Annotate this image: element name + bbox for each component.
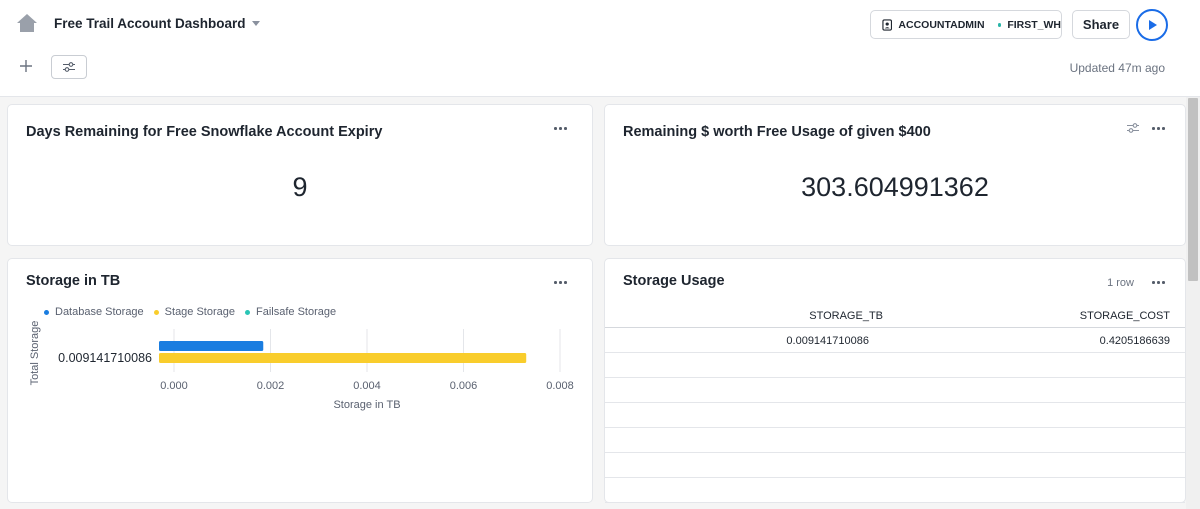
sliders-icon	[63, 62, 75, 72]
run-button[interactable]	[1136, 9, 1168, 41]
bar-stage-storage	[159, 353, 527, 363]
table-cell: 0.4205186639	[1099, 335, 1170, 347]
empty-table-row	[605, 403, 1185, 428]
warehouse-label: FIRST_WH	[1007, 18, 1061, 31]
x-tick-label: 0.006	[450, 380, 478, 392]
play-icon	[1149, 20, 1157, 30]
empty-table-row	[605, 378, 1185, 403]
scrollbar-thumb[interactable]	[1188, 98, 1198, 281]
filter-button[interactable]	[51, 55, 87, 79]
dashboard-title: Free Trail Account Dashboard	[54, 16, 246, 31]
last-updated-text: Updated 47m ago	[1069, 61, 1165, 75]
tile-title: Storage Usage	[623, 273, 725, 289]
storage-bar-chart: 0.000 0.002 0.004 0.006 0.008 0.009141710086 S…	[29, 321, 574, 411]
x-axis-label: Storage in TB	[333, 399, 400, 411]
role-label: ACCOUNTADMIN	[898, 18, 985, 31]
x-tick-label: 0.004	[353, 380, 381, 392]
x-tick-label: 0.000	[160, 380, 188, 392]
tile-title: Remaining $ worth Free Usage of given $4…	[623, 124, 931, 140]
days-remaining-tile: Days Remaining for Free Snowflake Accoun…	[7, 104, 593, 246]
empty-table-row	[605, 453, 1185, 478]
x-tick-label: 0.002	[257, 380, 285, 392]
row-count-label: 1 row	[1107, 277, 1134, 289]
dashboard-header: Free Trail Account Dashboard ACCOUNTADMI…	[0, 0, 1200, 97]
remaining-usage-tile: Remaining $ worth Free Usage of given $4…	[604, 104, 1186, 246]
column-header-storage-tb[interactable]: STORAGE_TB	[809, 310, 883, 322]
remaining-usage-value: 303.604991362	[801, 172, 989, 202]
table-cell: 0.009141710086	[786, 335, 869, 347]
home-icon[interactable]	[15, 12, 39, 34]
y-tick-label: 0.009141710086	[58, 351, 152, 365]
chevron-down-icon	[251, 21, 260, 26]
results-table: STORAGE_TB STORAGE_COST 0.009141710086 0…	[605, 305, 1185, 503]
tile-title: Days Remaining for Free Snowflake Accoun…	[26, 124, 383, 140]
ellipsis-icon[interactable]	[553, 123, 569, 133]
empty-table-row	[605, 428, 1185, 453]
user-badge-icon	[882, 18, 893, 31]
x-tick-label: 0.008	[546, 380, 574, 392]
sliders-icon[interactable]	[1126, 122, 1140, 134]
ellipsis-icon[interactable]	[1151, 123, 1167, 133]
ellipsis-icon[interactable]	[1151, 277, 1167, 287]
context-selector[interactable]: ACCOUNTADMIN FIRST_WH	[870, 10, 1062, 39]
table-header-row: STORAGE_TB STORAGE_COST	[605, 305, 1185, 328]
page-scrollbar[interactable]	[1186, 97, 1200, 509]
empty-table-row	[605, 353, 1185, 378]
plus-icon[interactable]	[18, 58, 34, 74]
table-row: 0.009141710086 0.4205186639	[605, 328, 1185, 353]
bar-database-storage	[159, 341, 264, 351]
share-button[interactable]: Share	[1072, 10, 1130, 39]
column-header-storage-cost[interactable]: STORAGE_COST	[1080, 310, 1170, 322]
warehouse-status-dot	[997, 22, 1002, 27]
empty-table-row	[605, 478, 1185, 503]
storage-usage-tile: Storage Usage 1 row STORAGE_TB STORAGE_C…	[604, 258, 1186, 503]
y-axis-label: Total Storage	[29, 321, 41, 386]
storage-chart-tile: Storage in TB Database Storage Stage Sto…	[7, 258, 593, 503]
dashboard-title-menu[interactable]: Free Trail Account Dashboard	[54, 16, 260, 31]
days-remaining-value: 9	[292, 172, 308, 202]
